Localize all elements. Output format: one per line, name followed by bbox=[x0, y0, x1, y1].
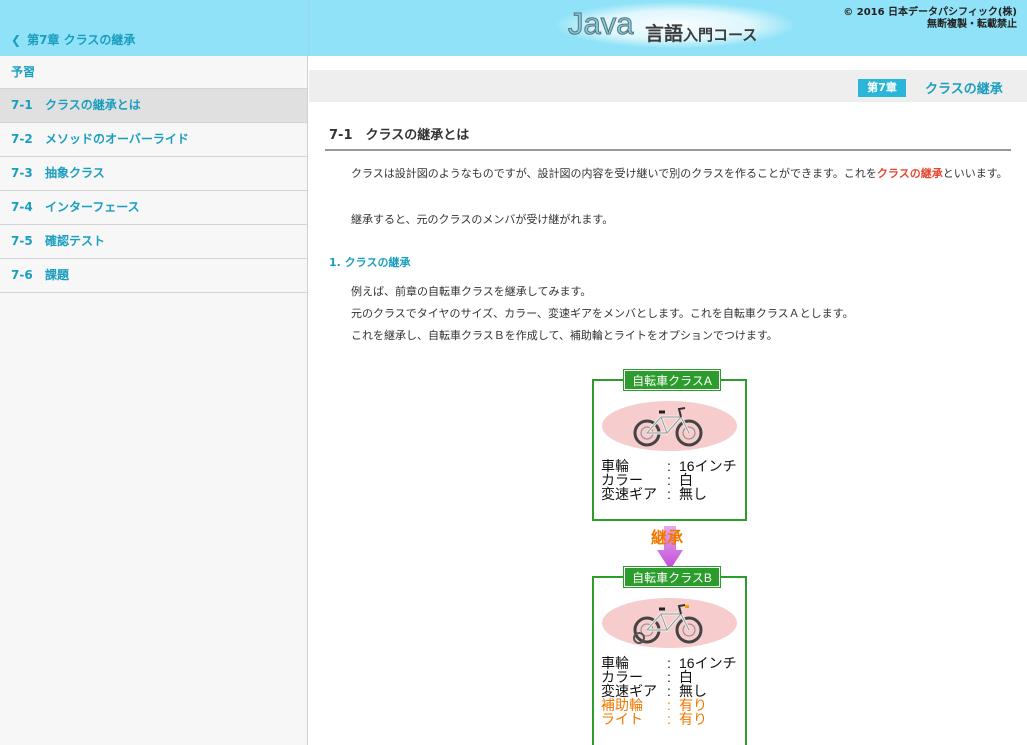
sidebar-item-label: 確認テスト bbox=[45, 234, 106, 248]
property-key: 変速ギア bbox=[601, 486, 657, 502]
property-key: 車輪 bbox=[601, 655, 629, 671]
sidebar-item-number: 7-1 bbox=[11, 98, 33, 112]
sidebar-item-number: 7-2 bbox=[11, 132, 33, 146]
section-title: 7-1 クラスの継承とは bbox=[329, 128, 470, 143]
example-line-3: これを継承し、自転車クラスＢを作成して、補助輪とライトをオプションでつけます。 bbox=[351, 329, 778, 342]
header-divider bbox=[308, 0, 309, 56]
sidebar-item-7-1[interactable]: 7-1 クラスの継承とは bbox=[0, 89, 307, 123]
chevron-left-icon: ❮ bbox=[11, 33, 22, 47]
sidebar-item-7-6[interactable]: 7-6 課題 bbox=[0, 259, 307, 293]
main-content: 第7章 クラスの継承 7-1 クラスの継承とは クラスは設計図のようなものですが… bbox=[309, 56, 1027, 745]
sidebar-item-7-5[interactable]: 7-5 確認テスト bbox=[0, 225, 307, 259]
copyright-notice: © 2016 日本データパシフィック(株) 無断複製・転載禁止 bbox=[843, 7, 1017, 31]
sidebar-item-number: 7-4 bbox=[11, 200, 33, 214]
sidebar-item-label: クラスの継承とは bbox=[45, 98, 141, 112]
example-line-1: 例えば、前章の自転車クラスを継承してみます。 bbox=[351, 285, 592, 298]
property-key: カラー bbox=[601, 472, 643, 488]
back-to-chapter-link[interactable]: ❮ 第7章 クラスの継承 bbox=[11, 31, 135, 48]
sidebar-item-7-3[interactable]: 7-3 抽象クラス bbox=[0, 157, 307, 191]
header: ❮ 第7章 クラスの継承 Java 言語入門コース © 2016 日本データパシフ… bbox=[0, 0, 1027, 56]
bicycle-icon bbox=[633, 407, 703, 447]
sidebar-item-7-4[interactable]: 7-4 インターフェース bbox=[0, 191, 307, 225]
sidebar-item-label: メソッドのオーバーライド bbox=[45, 132, 189, 146]
sidebar-item-label: 抽象クラス bbox=[45, 166, 105, 180]
property-key: 補助輪 bbox=[601, 697, 643, 713]
course-logo: Java 言語入門コース bbox=[548, 0, 794, 52]
property-key: ライト bbox=[601, 711, 643, 727]
copyright-line-1: © 2016 日本データパシフィック(株) bbox=[843, 7, 1017, 18]
class-a-properties: 車輪:16インチ カラー: 白 変速ギア: 無し bbox=[601, 459, 737, 501]
chapter-bar: 第7章 クラスの継承 bbox=[309, 70, 1027, 102]
class-b-box: 自転車クラスB 車輪:16インチ カラー: 白 変速ギア: 無し 補助輪: 有り ライ… bbox=[592, 566, 747, 745]
property-row: 変速ギア: 無し bbox=[601, 487, 737, 501]
property-colon: : bbox=[667, 711, 671, 727]
chapter-title: クラスの継承 bbox=[925, 82, 1003, 97]
property-key: 車輪 bbox=[601, 458, 629, 474]
property-value: 無し bbox=[679, 486, 707, 502]
intro-text: クラスは設計図のようなものですが、設計図の内容を受け継いで別のクラスを作ることが… bbox=[351, 167, 877, 180]
logo-java-text: Java bbox=[567, 6, 634, 42]
inherit-label: 継承 bbox=[651, 528, 684, 547]
back-link-label: 第7章 クラスの継承 bbox=[27, 33, 136, 47]
property-colon: : bbox=[667, 683, 671, 699]
property-value: 有り bbox=[679, 711, 707, 727]
copyright-line-2: 無断複製・転載禁止 bbox=[927, 19, 1017, 30]
section-divider bbox=[325, 149, 1011, 151]
sidebar-item-number: 7-3 bbox=[11, 166, 33, 180]
sidebar-item-label: インターフェース bbox=[45, 200, 140, 214]
bicycle-image bbox=[602, 401, 737, 451]
property-row: 車輪:16インチ bbox=[601, 459, 737, 473]
property-row-option: 補助輪: 有り bbox=[601, 698, 737, 712]
intro-paragraph: クラスは設計図のようなものですが、設計図の内容を受け継いで別のクラスを作ることが… bbox=[331, 164, 1011, 184]
inherit-note: 継承すると、元のクラスのメンバが受け継がれます。 bbox=[351, 213, 614, 226]
example-line-2: 元のクラスでタイヤのサイズ、カラー、変速ギアをメンバとします。これを自転車クラス… bbox=[351, 307, 854, 320]
sidebar-item-preview[interactable]: 予習 bbox=[0, 56, 307, 89]
property-row-option: ライト: 有り bbox=[601, 712, 737, 726]
property-colon: : bbox=[667, 655, 671, 671]
logo-lang-text: 言語 bbox=[645, 23, 684, 45]
sidebar-item-7-2[interactable]: 7-2 メソッドのオーバーライド bbox=[0, 123, 307, 157]
bicycle-image bbox=[602, 598, 737, 648]
class-a-box: 自転車クラスA 車輪:16インチ カラー: 白 変速ギア: 無し bbox=[592, 369, 747, 521]
property-row: 車輪:16インチ bbox=[601, 656, 737, 670]
sidebar-nav: 予習 7-1 クラスの継承とは 7-2 メソッドのオーバーライド 7-3 抽象クラス … bbox=[0, 56, 308, 745]
highlight-term: クラスの継承 bbox=[876, 167, 943, 180]
property-key: カラー bbox=[601, 669, 643, 685]
property-colon: : bbox=[667, 458, 671, 474]
sidebar-item-number: 7-5 bbox=[11, 234, 33, 248]
property-colon: : bbox=[667, 669, 671, 685]
property-key: 変速ギア bbox=[601, 683, 657, 699]
chapter-badge: 第7章 bbox=[858, 79, 906, 97]
property-row: カラー: 白 bbox=[601, 473, 737, 487]
class-b-properties: 車輪:16インチ カラー: 白 変速ギア: 無し 補助輪: 有り ライト: 有り bbox=[601, 656, 737, 726]
logo-course-subtext: 入門コース bbox=[683, 26, 758, 44]
property-row: 変速ギア: 無し bbox=[601, 684, 737, 698]
property-colon: : bbox=[667, 472, 671, 488]
property-colon: : bbox=[667, 697, 671, 713]
sidebar-item-label: 課題 bbox=[45, 268, 70, 282]
intro-text-end: といいます。 bbox=[942, 167, 1008, 180]
logo-course-text: 言語入門コース bbox=[645, 19, 757, 46]
sidebar-item-number: 7-6 bbox=[11, 268, 33, 282]
property-colon: : bbox=[667, 486, 671, 502]
class-a-label: 自転車クラスA bbox=[623, 369, 721, 391]
bicycle-with-training-wheels-icon bbox=[633, 604, 703, 644]
subsection-title: 1. クラスの継承 bbox=[329, 256, 411, 269]
class-b-label: 自転車クラスB bbox=[623, 566, 721, 588]
property-row: カラー: 白 bbox=[601, 670, 737, 684]
